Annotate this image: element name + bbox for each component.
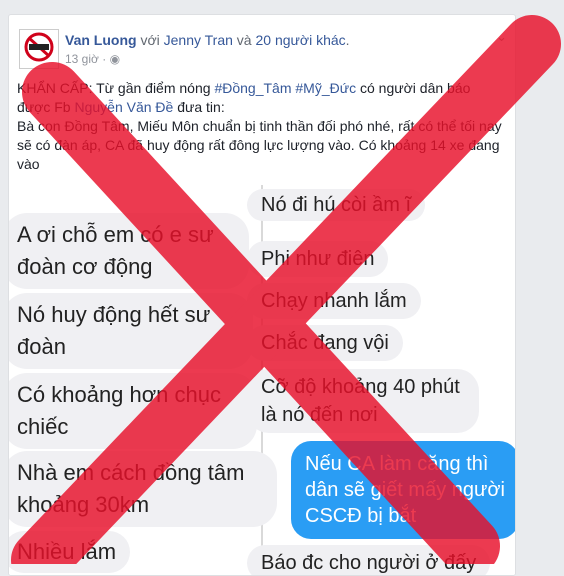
chat-line: Báo đc cho người ở đấy	[261, 552, 477, 574]
post-options-chevron-icon[interactable]: ⌄	[496, 29, 507, 45]
post-text-part: KHẨN CẤP: Từ gần điểm nóng	[17, 80, 215, 96]
author-avatar[interactable]	[19, 29, 59, 69]
audience-globe-icon: · ◉	[102, 52, 121, 66]
chat-bubble-right: Báo đc cho người ở đấy	[247, 545, 491, 575]
chat-line: đoàn	[17, 334, 66, 359]
chat-line: Nhà em cách đồng tâm	[17, 460, 245, 485]
chat-line: dân sẽ giết mấy người	[305, 479, 505, 501]
chat-line: Cỡ độ khoảng 40 phút	[261, 376, 460, 398]
mention-link[interactable]: Nguyễn Văn Đề	[74, 99, 173, 115]
post-timestamp[interactable]: 13 giờ	[65, 52, 99, 66]
chat-bubble-right: Nó đi hú còi ầm ĩ	[247, 189, 426, 221]
post-text-part: được Fb	[17, 99, 75, 115]
chat-line: Nó đi hú còi ầm ĩ	[261, 194, 412, 216]
chat-screenshot-image[interactable]: A ơi chỗ em có e sư đoàn cơ động Nó huy …	[9, 185, 515, 575]
tagged-user-link[interactable]: Jenny Tran	[164, 32, 233, 48]
chat-bubble-left: Nhiều lắm	[9, 531, 131, 573]
chat-line: khoảng 30km	[17, 492, 150, 517]
chat-line: A ơi chỗ em có e sư	[17, 222, 214, 247]
facebook-post-card: Van Luong với Jenny Tran và 20 người khá…	[8, 14, 516, 576]
chat-bubble-right: Chạy nhanh lắm	[247, 283, 421, 319]
post-text-part: đưa tin:	[173, 99, 225, 115]
chat-bubble-right: Chắc đang vội	[247, 325, 403, 361]
with-word: với	[140, 32, 160, 48]
chat-line: chiếc	[17, 414, 69, 439]
post-header-line: Van Luong với Jenny Tran và 20 người khá…	[65, 32, 350, 48]
and-word: và	[236, 32, 252, 48]
no-porn-logo-icon	[24, 32, 54, 62]
others-link[interactable]: 20 người khác	[255, 32, 345, 48]
chat-line: CSCĐ bị bắt	[305, 505, 417, 527]
post-text-part: có người dân báo	[356, 80, 471, 96]
post-meta: 13 giờ · ◉	[65, 52, 120, 66]
chat-bubble-left: A ơi chỗ em có e sư đoàn cơ động	[9, 213, 249, 289]
chat-bubble-sent: Nếu CA làm căng thì dân sẽ giết mấy ngườ…	[291, 441, 515, 539]
chat-line: Nhiều lắm	[17, 539, 117, 564]
chat-line: Chắc đang vội	[261, 332, 389, 354]
post-text: KHẨN CẤP: Từ gần điểm nóng #Đồng_Tâm #Mỹ…	[17, 79, 507, 174]
hashtag-dong-tam[interactable]: #Đồng_Tâm	[214, 80, 291, 96]
author-name-link[interactable]: Van Luong	[65, 32, 137, 48]
chat-line: Có khoảng hơn chục	[17, 382, 222, 407]
hashtag-my-duc[interactable]: #Mỹ_Đức	[295, 80, 356, 96]
chat-bubble-right: Cỡ độ khoảng 40 phút là nó đến nơi	[247, 369, 479, 433]
period: .	[345, 32, 350, 48]
chat-line: Phi như điên	[261, 248, 375, 270]
chat-bubble-left: Nhà em cách đồng tâm khoảng 30km	[9, 451, 277, 527]
post-text-body: Bà con Đồng Tâm, Miếu Môn chuẩn bị tinh …	[17, 118, 502, 172]
chat-bubble-left: Có khoảng hơn chục chiếc	[9, 373, 257, 449]
chat-line: là nó đến nơi	[261, 404, 378, 426]
chat-bubble-left: Nó huy động hết sư đoàn	[9, 293, 253, 369]
chat-line: Nó huy động hết sư	[17, 302, 211, 327]
chat-line: Chạy nhanh lắm	[261, 290, 407, 312]
chat-bubble-right: Phi như điên	[247, 241, 389, 277]
chat-line: đoàn cơ động	[17, 254, 153, 279]
chat-line: Nếu CA làm căng thì	[305, 453, 489, 475]
